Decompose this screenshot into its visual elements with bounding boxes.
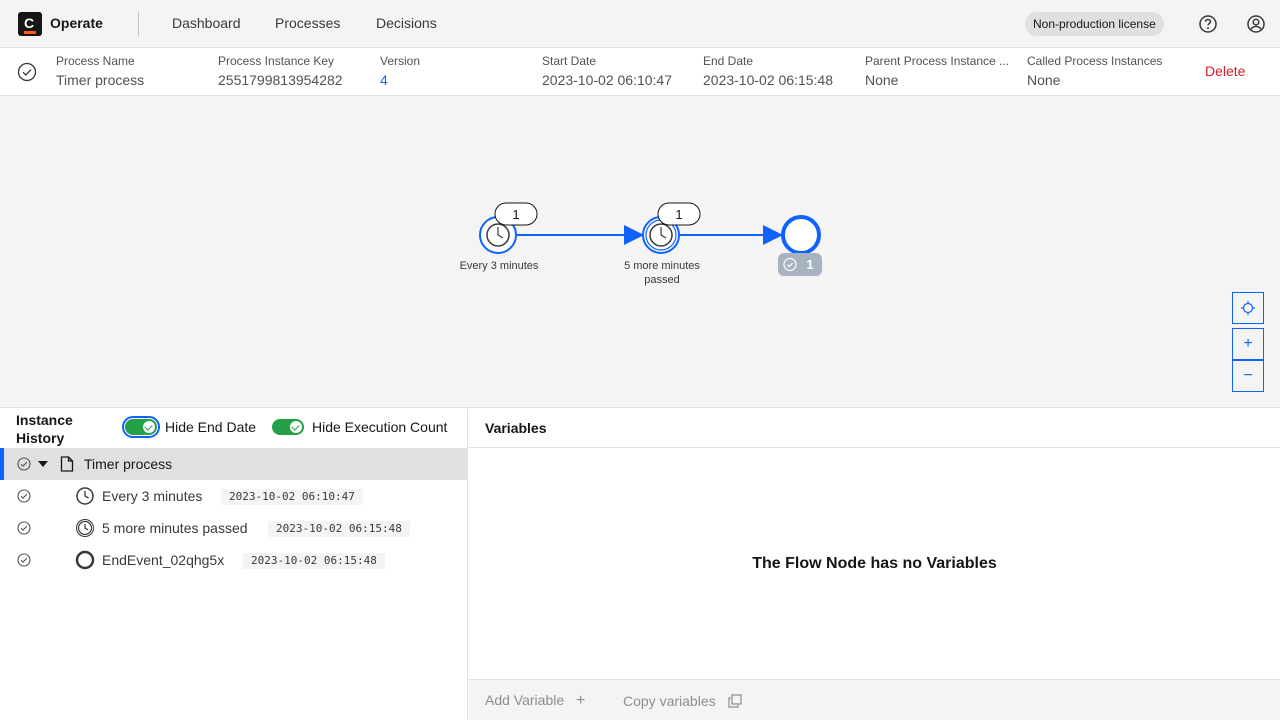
hide-execution-count-label: Hide Execution Count bbox=[312, 419, 448, 435]
zoom-out-button[interactable]: − bbox=[1232, 360, 1264, 392]
tree-root-label: Timer process bbox=[84, 456, 173, 472]
end-event-icon bbox=[75, 550, 95, 570]
tree-row-label: Every 3 minutes bbox=[102, 488, 203, 504]
plus-icon: + bbox=[576, 692, 586, 709]
empty-variables-message: The Flow Node has no Variables bbox=[752, 555, 997, 572]
field-label: Called Process Instances bbox=[1027, 54, 1163, 68]
field-label: Version bbox=[380, 54, 421, 68]
tree-root-row[interactable]: Timer process bbox=[0, 448, 468, 480]
field-process-instance-key: Process Instance Key 2551799813954282 bbox=[218, 54, 368, 88]
reset-zoom-button[interactable] bbox=[1232, 292, 1264, 324]
instance-history-panel: Instance History Hide End Date Hide Exec… bbox=[0, 409, 468, 720]
field-value: 2023-10-02 06:10:47 bbox=[542, 72, 672, 88]
node-label: Every 3 minutes bbox=[459, 260, 539, 272]
copy-variables-button[interactable]: Copy variables bbox=[623, 692, 742, 709]
bpmn-diagram: 1 1 1 bbox=[479, 202, 822, 276]
document-icon bbox=[60, 456, 74, 472]
tree-row[interactable]: 5 more minutes passed 2023-10-02 06:15:4… bbox=[0, 512, 468, 544]
field-value: None bbox=[865, 72, 899, 88]
node-label: 5 more minutes bbox=[624, 260, 700, 272]
tree-row[interactable]: EndEvent_02qhg5x 2023-10-02 06:15:48 bbox=[0, 544, 468, 576]
zoom-in-button[interactable]: + bbox=[1232, 328, 1264, 360]
field-label: End Date bbox=[703, 54, 754, 68]
instance-history-title: Instance History bbox=[16, 412, 73, 446]
copy-icon bbox=[727, 694, 742, 708]
divider bbox=[469, 447, 1280, 448]
timer-event-icon bbox=[76, 487, 94, 505]
version-link[interactable]: 4 bbox=[380, 72, 530, 88]
end-event[interactable] bbox=[781, 215, 821, 255]
field-label: Process Instance Key bbox=[218, 54, 335, 68]
add-variable-button[interactable]: Add Variable + bbox=[485, 692, 585, 710]
user-profile-icon[interactable] bbox=[1246, 14, 1266, 34]
tree-row-label: 5 more minutes passed bbox=[102, 520, 248, 536]
completed-check-icon bbox=[17, 457, 31, 471]
field-version: Version 4 bbox=[380, 54, 530, 88]
field-value: 2023-10-02 06:15:48 bbox=[703, 72, 833, 88]
field-label: Start Date bbox=[542, 54, 597, 68]
tree-row-date: 2023-10-02 06:15:48 bbox=[243, 553, 385, 569]
hide-end-date-label: Hide End Date bbox=[165, 419, 257, 435]
field-process-name: Process Name Timer process bbox=[56, 54, 206, 88]
completed-state-icon bbox=[17, 62, 37, 82]
node-label-line2: passed bbox=[644, 274, 680, 286]
help-icon[interactable] bbox=[1198, 14, 1218, 34]
variables-title: Variables bbox=[485, 420, 547, 436]
completed-check-icon bbox=[17, 489, 31, 503]
camunda-logo-icon[interactable]: C bbox=[18, 12, 42, 36]
field-end-date: End Date 2023-10-02 06:15:48 bbox=[703, 54, 853, 88]
execution-count: 1 bbox=[512, 207, 519, 222]
copy-variables-label: Copy variables bbox=[623, 693, 716, 709]
bpmn-diagram-canvas[interactable]: 1 1 1 Every 3 minutes 5 more minutes pas… bbox=[0, 96, 1280, 408]
divider bbox=[138, 12, 139, 36]
instance-header: Process Name Timer process Process Insta… bbox=[0, 48, 1280, 96]
field-value: 2551799813954282 bbox=[218, 72, 343, 88]
field-start-date: Start Date 2023-10-02 06:10:47 bbox=[542, 54, 692, 88]
field-label: Process Name bbox=[56, 54, 135, 68]
tree-row-date: 2023-10-02 06:15:48 bbox=[268, 521, 410, 537]
completed-check-icon bbox=[17, 521, 31, 535]
license-badge[interactable]: Non-production license bbox=[1025, 12, 1164, 36]
completed-count: 1 bbox=[806, 257, 813, 272]
field-parent-process-instance: Parent Process Instance ... None bbox=[865, 54, 1020, 88]
hide-end-date-toggle[interactable] bbox=[122, 416, 160, 438]
add-variable-label: Add Variable bbox=[485, 692, 565, 708]
nav-dashboard[interactable]: Dashboard bbox=[172, 15, 241, 31]
tree-row-date: 2023-10-02 06:10:47 bbox=[221, 489, 363, 505]
field-value: None bbox=[1027, 72, 1061, 88]
execution-count: 1 bbox=[675, 207, 682, 222]
timer-event-icon bbox=[76, 519, 94, 537]
hide-execution-count-toggle[interactable] bbox=[272, 419, 304, 435]
nav-decisions[interactable]: Decisions bbox=[376, 15, 437, 31]
field-value: Timer process bbox=[56, 72, 145, 88]
nav-processes[interactable]: Processes bbox=[275, 15, 340, 31]
center-focus-icon bbox=[1241, 301, 1255, 315]
field-called-process-instances: Called Process Instances None bbox=[1027, 54, 1187, 88]
top-navigation-bar: C Operate Dashboard Processes Decisions … bbox=[0, 0, 1280, 48]
app-name[interactable]: Operate bbox=[50, 15, 103, 31]
tree-row[interactable]: Every 3 minutes 2023-10-02 06:10:47 bbox=[0, 480, 468, 512]
variables-footer: Add Variable + Copy variables bbox=[469, 679, 1280, 720]
field-label: Parent Process Instance ... bbox=[865, 54, 1010, 68]
completed-check-icon bbox=[17, 553, 31, 567]
tree-row-label: EndEvent_02qhg5x bbox=[102, 552, 225, 568]
caret-down-icon[interactable] bbox=[38, 460, 48, 468]
delete-button[interactable]: Delete bbox=[1205, 63, 1245, 79]
variables-panel: Variables The Flow Node has no Variables… bbox=[469, 409, 1280, 720]
